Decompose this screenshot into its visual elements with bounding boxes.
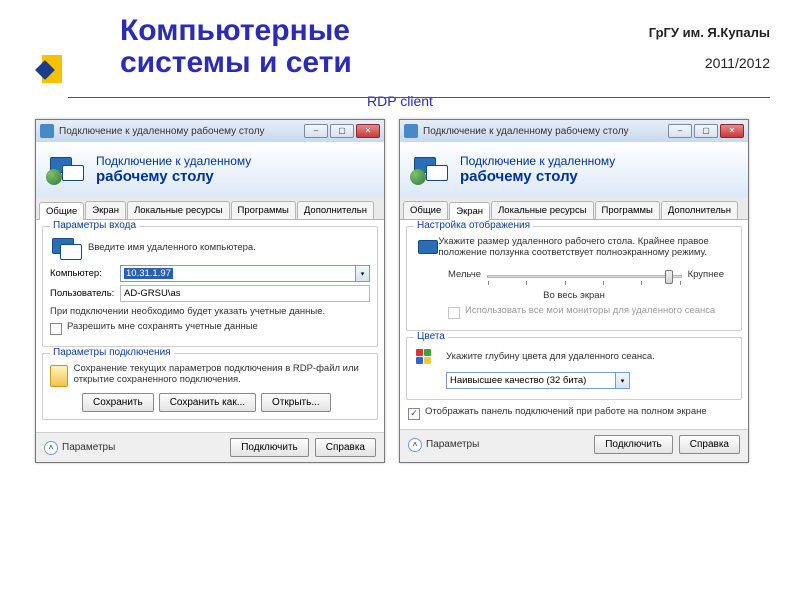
connection-params-group: Параметры подключения Сохранение текущих… bbox=[42, 353, 378, 420]
titlebar[interactable]: Подключение к удаленному рабочему столу … bbox=[400, 120, 748, 142]
connect-button[interactable]: Подключить bbox=[594, 435, 673, 454]
slide-subtitle: RDP client bbox=[0, 93, 800, 109]
help-button[interactable]: Справка bbox=[679, 435, 740, 454]
save-button[interactable]: Сохранить bbox=[82, 393, 154, 412]
chevron-up-icon: ˄ bbox=[44, 441, 58, 455]
tab-local-resources[interactable]: Локальные ресурсы bbox=[491, 201, 593, 219]
all-monitors-checkbox bbox=[448, 307, 460, 319]
computer-combo[interactable]: 10.31.1.97 bbox=[120, 265, 356, 282]
all-monitors-label: Использовать все мои мониторы для удален… bbox=[465, 305, 715, 316]
university-logo bbox=[35, 55, 65, 85]
titlebar[interactable]: Подключение к удаленному рабочему столу … bbox=[36, 120, 384, 142]
rdp-icon bbox=[410, 151, 452, 189]
tab-general[interactable]: Общие bbox=[403, 201, 448, 219]
slider-value-label: Во весь экран bbox=[414, 290, 734, 301]
save-creds-label: Разрешить мне сохранять учетные данные bbox=[67, 321, 258, 332]
close-button[interactable]: ✕ bbox=[356, 124, 380, 138]
divider bbox=[68, 97, 770, 98]
banner: Подключение к удаленному рабочему столу bbox=[36, 142, 384, 197]
palette-icon bbox=[414, 347, 440, 369]
tab-strip: Общие Экран Локальные ресурсы Программы … bbox=[36, 197, 384, 220]
rdp-dialog-display: Подключение к удаленному рабочему столу … bbox=[399, 119, 749, 463]
save-creds-checkbox[interactable] bbox=[50, 323, 62, 335]
connect-button[interactable]: Подключить bbox=[230, 438, 309, 457]
tab-programs[interactable]: Программы bbox=[231, 201, 296, 219]
slider-small-label: Мельче bbox=[448, 269, 481, 280]
tab-advanced[interactable]: Дополнительн bbox=[297, 201, 374, 219]
window-title: Подключение к удаленному рабочему столу bbox=[423, 126, 629, 137]
university-name: ГрГУ им. Я.Купалы bbox=[649, 25, 770, 40]
tab-advanced[interactable]: Дополнительн bbox=[661, 201, 738, 219]
conn-desc: Сохранение текущих параметров подключени… bbox=[74, 363, 370, 385]
slider-thumb[interactable] bbox=[665, 270, 673, 284]
login-params-group: Параметры входа Введите имя удаленного к… bbox=[42, 226, 378, 347]
color-depth-combo[interactable]: Наивысшее качество (32 бита) bbox=[446, 372, 616, 389]
window-title: Подключение к удаленному рабочему столу bbox=[59, 126, 265, 137]
colors-desc: Укажите глубину цвета для удаленного сеа… bbox=[446, 351, 655, 362]
help-button[interactable]: Справка bbox=[315, 438, 376, 457]
maximize-button[interactable]: ▢ bbox=[694, 124, 718, 138]
monitor-icon bbox=[414, 236, 430, 262]
tab-display[interactable]: Экран bbox=[449, 202, 490, 220]
maximize-button[interactable]: ▢ bbox=[330, 124, 354, 138]
app-icon bbox=[40, 124, 54, 138]
user-field[interactable]: AD-GRSU\as bbox=[120, 285, 370, 302]
academic-year: 2011/2012 bbox=[705, 55, 770, 71]
display-size-slider[interactable] bbox=[487, 275, 681, 278]
close-button[interactable]: ✕ bbox=[720, 124, 744, 138]
login-note: При подключении необходимо будет указать… bbox=[50, 306, 370, 317]
tab-display[interactable]: Экран bbox=[85, 201, 126, 219]
save-as-button[interactable]: Сохранить как... bbox=[159, 393, 256, 412]
chevron-up-icon: ˄ bbox=[408, 438, 422, 452]
colors-group: Цвета Укажите глубину цвета для удаленно… bbox=[406, 337, 742, 400]
options-toggle[interactable]: ˄ Параметры bbox=[408, 438, 594, 452]
folder-icon bbox=[50, 365, 68, 387]
slider-large-label: Крупнее bbox=[688, 269, 724, 280]
label-user: Пользователь: bbox=[50, 288, 120, 299]
banner: Подключение к удаленному рабочему столу bbox=[400, 142, 748, 197]
connection-bar-checkbox[interactable]: ✓ bbox=[408, 408, 420, 420]
tab-programs[interactable]: Программы bbox=[595, 201, 660, 219]
rdp-dialog-general: Подключение к удаленному рабочему столу … bbox=[35, 119, 385, 463]
open-button[interactable]: Открыть... bbox=[261, 393, 331, 412]
connection-bar-label: Отображать панель подключений при работе… bbox=[425, 406, 707, 417]
combo-dropdown-icon[interactable]: ▾ bbox=[356, 265, 370, 282]
tab-general[interactable]: Общие bbox=[39, 202, 84, 220]
rdp-icon bbox=[46, 151, 88, 189]
minimize-button[interactable]: – bbox=[304, 124, 328, 138]
computer-icon bbox=[50, 236, 80, 262]
tab-strip: Общие Экран Локальные ресурсы Программы … bbox=[400, 197, 748, 220]
login-desc: Введите имя удаленного компьютера. bbox=[88, 242, 256, 253]
app-icon bbox=[404, 124, 418, 138]
display-settings-group: Настройка отображения Укажите размер уда… bbox=[406, 226, 742, 331]
tab-local-resources[interactable]: Локальные ресурсы bbox=[127, 201, 229, 219]
minimize-button[interactable]: – bbox=[668, 124, 692, 138]
combo-dropdown-icon[interactable]: ▾ bbox=[616, 372, 630, 389]
label-computer: Компьютер: bbox=[50, 268, 120, 279]
options-toggle[interactable]: ˄ Параметры bbox=[44, 441, 230, 455]
display-desc: Укажите размер удаленного рабочего стола… bbox=[438, 236, 734, 258]
